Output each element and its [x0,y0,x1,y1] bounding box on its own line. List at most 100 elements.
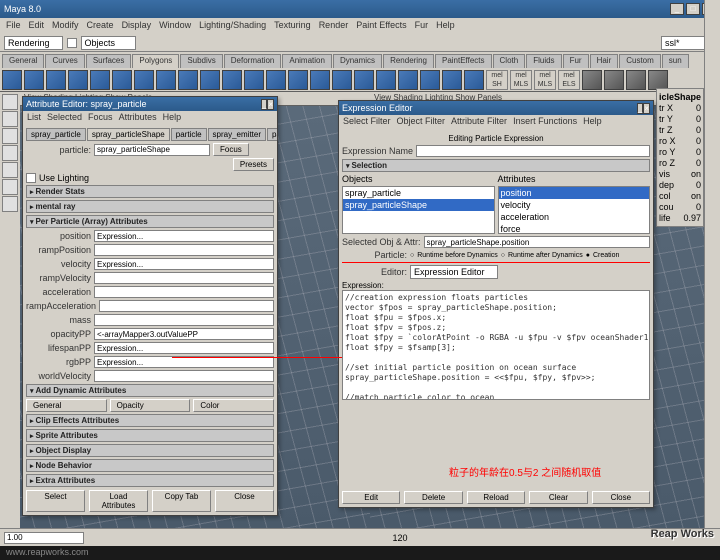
list-item[interactable]: spray_particleShape [343,199,494,211]
attr-input[interactable] [94,314,274,326]
copy-tab-button[interactable]: Copy Tab [152,490,211,512]
shelf-icon[interactable] [442,70,462,90]
minimize-button[interactable]: _ [670,3,684,15]
lasso-tool[interactable] [2,111,18,127]
menu-texturing[interactable]: Texturing [274,20,311,32]
shelf-icon[interactable] [2,70,22,90]
menu-window[interactable]: Window [159,20,191,32]
close-button[interactable]: Close [592,491,650,504]
close-icon[interactable]: × [643,103,650,114]
ee-menu[interactable]: Attribute Filter [451,116,507,128]
expr-name-input[interactable] [416,145,650,157]
channel-row[interactable]: ro X0 [659,136,701,146]
color-button[interactable]: Color [193,399,274,412]
radio-runtime-after[interactable]: Runtime after Dynamics [508,252,583,259]
channel-row[interactable]: ro Y0 [659,147,701,157]
mel-button[interactable]: melMLS [510,70,532,90]
shelf-tab[interactable]: General [2,54,44,68]
use-lighting-checkbox[interactable] [26,173,36,183]
shelf-tab[interactable]: Rendering [383,54,434,68]
expression-textarea[interactable]: //creation expression floats particles v… [342,290,650,400]
shelf-icon[interactable] [134,70,154,90]
attr-input[interactable] [94,328,274,340]
list-item[interactable]: acceleration [499,211,650,223]
shelf-icon[interactable] [156,70,176,90]
opacity-button[interactable]: Opacity [110,399,191,412]
ee-menu[interactable]: Help [583,116,602,128]
shelf-icon[interactable] [310,70,330,90]
manip-tool[interactable] [2,179,18,195]
list-item[interactable]: spray_particle [343,187,494,199]
shelf-icon[interactable] [90,70,110,90]
shelf-icon[interactable] [178,70,198,90]
shelf-tab[interactable]: Custom [619,54,661,68]
attr-input[interactable] [94,244,274,256]
shelf-tab[interactable]: Animation [282,54,332,68]
last-tool[interactable] [2,196,18,212]
close-button[interactable]: Close [215,490,274,512]
general-button[interactable]: General [26,399,107,412]
radio-runtime-before[interactable]: Runtime before Dynamics [417,252,498,259]
mel-button[interactable]: melELS [558,70,580,90]
channel-row[interactable]: tr Y0 [659,114,701,124]
shelf-icon[interactable] [244,70,264,90]
attr-input[interactable] [94,272,274,284]
sect-per-particle[interactable]: Per Particle (Array) Attributes [26,215,274,228]
start-frame-input[interactable] [4,532,84,544]
channel-row[interactable]: cou0 [659,202,701,212]
reload-button[interactable]: Reload [467,491,525,504]
shelf-icon[interactable] [266,70,286,90]
ae-menu-attributes[interactable]: Attributes [119,112,157,124]
sect-render-stats[interactable]: Render Stats [26,185,274,198]
shelf-icon[interactable] [288,70,308,90]
mel-button[interactable]: melMLS [534,70,556,90]
shelf-tab[interactable]: Subdivs [180,54,222,68]
shelf-icon[interactable] [46,70,66,90]
shelf-icon[interactable] [626,70,646,90]
menu-fur[interactable]: Fur [415,20,429,32]
particle-name-input[interactable] [94,144,210,156]
ae-menu-selected[interactable]: Selected [47,112,82,124]
select-tool[interactable] [2,94,18,110]
channel-row[interactable]: dep0 [659,180,701,190]
menu-paint[interactable]: Paint Effects [356,20,406,32]
objects-list[interactable]: spray_particle spray_particleShape [342,186,495,234]
channel-row[interactable]: colon [659,191,701,201]
shelf-icon[interactable] [354,70,374,90]
attr-input[interactable] [94,258,274,270]
rotate-tool[interactable] [2,145,18,161]
attr-input[interactable] [94,230,274,242]
sect-clip[interactable]: Clip Effects Attributes [26,414,274,427]
clear-button[interactable]: Clear [529,491,587,504]
sect-extra[interactable]: Extra Attributes [26,474,274,487]
shelf-tab[interactable]: Polygons [132,54,179,68]
ae-menu-help[interactable]: Help [163,112,182,124]
attr-input[interactable] [99,300,274,312]
shelf-tab[interactable]: Hair [590,54,619,68]
shelf-icon[interactable] [420,70,440,90]
channel-row[interactable]: vison [659,169,701,179]
list-item[interactable]: position [499,187,650,199]
shelf-tab[interactable]: Cloth [493,54,526,68]
ae-tab[interactable]: spray_particle [26,128,86,141]
shelf-icon[interactable] [464,70,484,90]
shelf-tab[interactable]: PaintEffects [435,54,492,68]
ee-menu[interactable]: Select Filter [343,116,391,128]
menu-modify[interactable]: Modify [52,20,79,32]
shelf-tab[interactable]: Curves [45,54,84,68]
delete-button[interactable]: Delete [404,491,462,504]
radio-creation[interactable]: Creation [593,252,619,259]
menu-file[interactable]: File [6,20,21,32]
channel-row[interactable]: ro Z0 [659,158,701,168]
scale-tool[interactable] [2,162,18,178]
shelf-icon[interactable] [200,70,220,90]
shelf-tab[interactable]: sun [662,54,689,68]
shelf-tab[interactable]: Fluids [526,54,561,68]
ee-menu[interactable]: Object Filter [397,116,446,128]
shelf-icon[interactable] [112,70,132,90]
shelf-icon[interactable] [582,70,602,90]
shelf-icon[interactable] [398,70,418,90]
attr-input[interactable] [94,342,274,354]
shelf-tab[interactable]: Dynamics [333,54,382,68]
ee-titlebar[interactable]: Expression Editor _× [339,101,653,115]
